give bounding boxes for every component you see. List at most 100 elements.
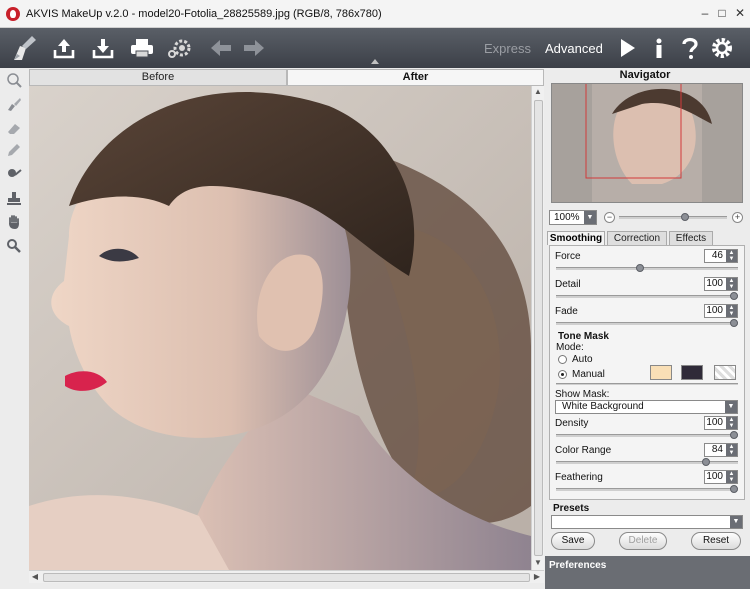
color-range-value: 84 (711, 444, 723, 455)
tab-before[interactable]: Before (29, 69, 287, 86)
transparent-swatch[interactable] (714, 365, 736, 380)
preferences-panel[interactable]: Preferences (545, 556, 750, 589)
spinner-icon[interactable]: ▲ ▼ (726, 250, 737, 262)
smoothing-brush-icon[interactable] (6, 96, 22, 112)
brush-logo-icon (10, 34, 40, 62)
zoom-in-button[interactable]: + (732, 212, 743, 223)
healing-brush-icon[interactable] (6, 72, 22, 88)
spinner-icon[interactable]: ▲ ▼ (726, 305, 737, 317)
fade-input[interactable]: 100 ▲ ▼ (704, 304, 738, 318)
fade-label: Fade (555, 306, 578, 317)
navigator-preview[interactable] (551, 83, 743, 203)
run-icon[interactable] (615, 36, 639, 60)
hand-icon[interactable] (6, 214, 22, 230)
chevron-down-icon: ▼ (730, 516, 742, 528)
tab-effects[interactable]: Effects (669, 231, 713, 245)
density-slider-track[interactable] (556, 434, 738, 437)
auto-radio-label: Auto (572, 354, 593, 365)
skin-tone-swatch[interactable] (650, 365, 672, 380)
open-icon[interactable] (52, 36, 76, 60)
presets-dropdown[interactable]: ▼ (551, 515, 743, 529)
fade-value: 100 (706, 305, 723, 316)
fade-slider-track[interactable] (556, 322, 738, 325)
chevron-down-icon: ▼ (725, 401, 737, 413)
navigator-header: Navigator (619, 69, 671, 81)
maximize-button[interactable]: □ (715, 6, 729, 20)
canvas-vertical-scrollbar[interactable]: ▲ ▼ (531, 86, 544, 570)
spinner-icon[interactable]: ▲ ▼ (726, 471, 737, 483)
horizontal-scroll-thumb[interactable] (43, 573, 530, 582)
color-range-label: Color Range (555, 445, 612, 456)
detail-value: 100 (706, 278, 723, 289)
zoom-select[interactable]: 100% ▼ (549, 210, 597, 225)
batch-gear-icon[interactable] (166, 36, 194, 60)
shadow-tone-swatch[interactable] (681, 365, 703, 380)
auto-radio[interactable] (558, 355, 567, 364)
save-preset-button[interactable]: Save (551, 532, 595, 550)
color-range-slider-thumb[interactable] (702, 458, 711, 466)
navigator-thumbnail (552, 84, 742, 202)
density-value: 100 (706, 417, 723, 428)
feathering-value: 100 (706, 471, 723, 482)
color-range-input[interactable]: 84 ▲ ▼ (704, 443, 738, 457)
canvas-horizontal-scrollbar[interactable]: ◀ ▶ (29, 570, 544, 583)
print-icon[interactable] (129, 36, 155, 60)
stamp-icon[interactable] (6, 190, 22, 206)
save-icon[interactable] (91, 36, 115, 60)
feathering-slider-track[interactable] (556, 488, 738, 491)
tab-after[interactable]: After (287, 69, 544, 86)
zoom-out-button[interactable]: − (604, 212, 615, 223)
title-bar: AKVIS MakeUp v.2.0 - model20-Fotolia_288… (0, 0, 750, 28)
reset-button[interactable]: Reset (691, 532, 741, 550)
manual-radio-label: Manual (572, 369, 605, 380)
mode-advanced-button[interactable]: Advanced (545, 41, 603, 56)
tab-smoothing[interactable]: Smoothing (547, 231, 605, 245)
scroll-left-arrow-icon[interactable]: ◀ (29, 571, 41, 583)
spinner-icon[interactable]: ▲ ▼ (726, 444, 737, 456)
detail-input[interactable]: 100 ▲ ▼ (704, 277, 738, 291)
mode-express-button[interactable]: Express (484, 41, 531, 56)
force-value: 46 (711, 250, 723, 261)
zoom-slider-track[interactable] (619, 216, 727, 219)
right-panel: Navigator 100% ▼ − + Smoothing Correctio… (545, 68, 750, 589)
spinner-icon[interactable]: ▲ ▼ (726, 278, 737, 290)
zoom-slider-thumb[interactable] (681, 213, 689, 221)
eraser-icon[interactable] (6, 120, 22, 136)
show-mask-dropdown[interactable]: White Background ▼ (555, 400, 738, 414)
eyedropper-icon[interactable] (6, 166, 22, 182)
presets-label: Presets (553, 503, 590, 514)
tab-correction[interactable]: Correction (607, 231, 667, 245)
feathering-input[interactable]: 100 ▲ ▼ (704, 470, 738, 484)
minimize-button[interactable]: – (698, 6, 712, 20)
density-input[interactable]: 100 ▲ ▼ (704, 416, 738, 430)
redo-arrow-icon[interactable] (242, 36, 266, 60)
close-button[interactable]: ✕ (733, 6, 747, 20)
manual-radio[interactable] (558, 370, 567, 379)
density-slider-thumb[interactable] (730, 431, 738, 439)
scroll-up-arrow-icon[interactable]: ▲ (532, 86, 544, 98)
scroll-down-arrow-icon[interactable]: ▼ (532, 557, 544, 569)
undo-arrow-icon[interactable] (209, 36, 233, 60)
vertical-scroll-thumb[interactable] (534, 100, 543, 556)
zoom-icon[interactable] (6, 238, 22, 254)
portrait-photo (29, 86, 531, 570)
feathering-slider-thumb[interactable] (730, 485, 738, 493)
spinner-icon[interactable]: ▲ ▼ (726, 417, 737, 429)
settings-icon[interactable] (710, 36, 734, 60)
feathering-label: Feathering (555, 472, 603, 483)
force-slider-thumb[interactable] (636, 264, 645, 272)
help-icon[interactable] (678, 36, 702, 60)
chevron-down-icon: ▼ (584, 211, 596, 224)
info-icon[interactable] (647, 36, 671, 60)
delete-preset-button[interactable]: Delete (619, 532, 667, 550)
detail-slider-track[interactable] (556, 295, 738, 298)
pencil-icon[interactable] (6, 142, 22, 158)
color-range-slider-track[interactable] (556, 461, 738, 464)
force-input[interactable]: 46 ▲ ▼ (704, 249, 738, 263)
scroll-right-arrow-icon[interactable]: ▶ (531, 571, 543, 583)
image-canvas[interactable] (29, 86, 531, 570)
toolbar-collapse-handle[interactable] (371, 59, 379, 64)
fade-slider-thumb[interactable] (730, 319, 738, 327)
detail-slider-thumb[interactable] (730, 292, 738, 300)
force-slider-track[interactable] (556, 267, 738, 270)
